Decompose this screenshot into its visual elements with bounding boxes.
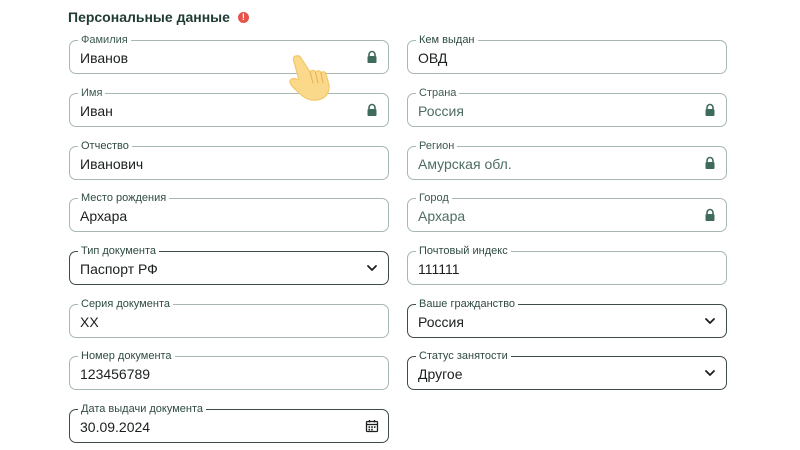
issue-date-label: Дата выдачи документа bbox=[78, 403, 207, 415]
region-label: Регион bbox=[416, 140, 458, 152]
lock-icon bbox=[705, 208, 715, 221]
employment-status-value: Другое bbox=[418, 366, 463, 382]
pointer-hand-icon bbox=[289, 55, 330, 101]
first-name-value: Иван bbox=[80, 103, 113, 119]
patronymic-label: Отчество bbox=[78, 140, 132, 152]
country-field[interactable]: Страна Россия bbox=[407, 87, 727, 127]
issued-by-value: ОВД bbox=[418, 50, 448, 66]
surname-field[interactable]: Фамилия Иванов bbox=[69, 34, 389, 74]
birthplace-field[interactable]: Место рождения Архара bbox=[69, 192, 389, 232]
employment-status-label: Статус занятости bbox=[416, 350, 511, 362]
region-value: Амурская обл. bbox=[418, 156, 512, 172]
employment-status-select[interactable]: Статус занятости Другое bbox=[407, 350, 727, 390]
birthplace-label: Место рождения bbox=[78, 192, 170, 204]
chevron-down-icon[interactable] bbox=[703, 314, 717, 328]
calendar-icon[interactable] bbox=[365, 419, 379, 433]
postal-code-value: 111111 bbox=[418, 261, 460, 277]
document-number-label: Номер документа bbox=[78, 350, 175, 362]
patronymic-field[interactable]: Отчество Иванович bbox=[69, 140, 389, 180]
lock-icon bbox=[367, 103, 377, 116]
country-value: Россия bbox=[418, 103, 464, 119]
document-number-field[interactable]: Номер документа 123456789 bbox=[69, 350, 389, 390]
city-label: Город bbox=[416, 192, 452, 204]
section-title-text: Персональные данные bbox=[68, 9, 230, 25]
chevron-down-icon[interactable] bbox=[703, 366, 717, 380]
document-type-label: Тип документа bbox=[78, 245, 160, 257]
first-name-label: Имя bbox=[78, 87, 106, 99]
patronymic-value: Иванович bbox=[80, 156, 144, 172]
region-field[interactable]: Регион Амурская обл. bbox=[407, 140, 727, 180]
document-series-field[interactable]: Серия документа XX bbox=[69, 298, 389, 338]
postal-code-field[interactable]: Почтовый индекс 111111 bbox=[407, 245, 727, 285]
document-number-value: 123456789 bbox=[80, 366, 151, 382]
document-type-select[interactable]: Тип документа Паспорт РФ bbox=[69, 245, 389, 285]
country-label: Страна bbox=[416, 87, 460, 99]
lock-icon bbox=[705, 103, 715, 116]
city-field[interactable]: Город Архара bbox=[407, 192, 727, 232]
citizenship-value: Россия bbox=[418, 314, 464, 330]
first-name-field[interactable]: Имя Иван bbox=[69, 87, 389, 127]
citizenship-select[interactable]: Ваше гражданство Россия bbox=[407, 298, 727, 338]
issued-by-field[interactable]: Кем выдан ОВД bbox=[407, 34, 727, 74]
birthplace-value: Архара bbox=[80, 208, 128, 224]
section-title: Персональные данные ! bbox=[68, 9, 249, 25]
lock-icon bbox=[367, 50, 377, 63]
document-type-value: Паспорт РФ bbox=[80, 261, 158, 277]
document-series-value: XX bbox=[80, 314, 99, 330]
citizenship-label: Ваше гражданство bbox=[416, 298, 519, 310]
surname-value: Иванов bbox=[80, 50, 129, 66]
lock-icon bbox=[705, 156, 715, 169]
issue-date-value: 30.09.2024 bbox=[80, 419, 151, 435]
alert-icon: ! bbox=[237, 11, 249, 23]
postal-code-label: Почтовый индекс bbox=[416, 245, 511, 257]
issue-date-field[interactable]: Дата выдачи документа 30.09.2024 bbox=[69, 403, 389, 443]
city-value: Архара bbox=[418, 208, 466, 224]
surname-label: Фамилия bbox=[78, 34, 131, 46]
document-series-label: Серия документа bbox=[78, 298, 173, 310]
chevron-down-icon[interactable] bbox=[365, 261, 379, 275]
issued-by-label: Кем выдан bbox=[416, 34, 478, 46]
